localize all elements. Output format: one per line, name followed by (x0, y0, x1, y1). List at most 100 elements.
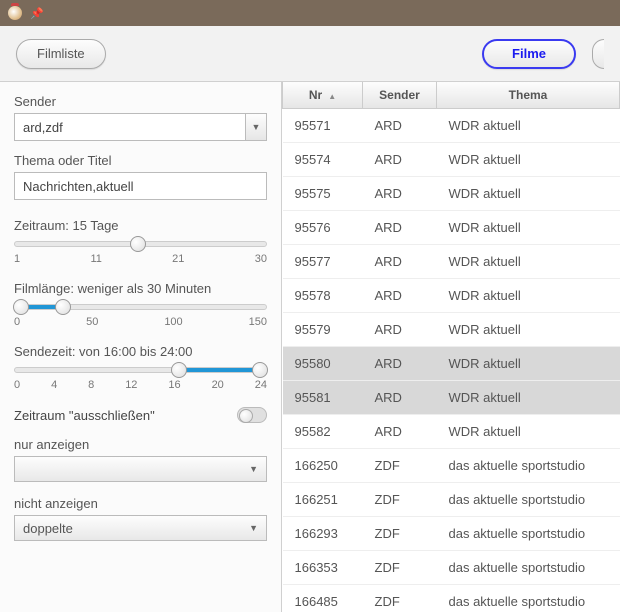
exclude-label: Zeitraum "ausschließen" (14, 408, 155, 423)
cell-sender: ARD (363, 245, 437, 279)
nur-anzeigen-label: nur anzeigen (14, 437, 267, 452)
cell-nr: 95571 (283, 109, 363, 143)
sendezeit-slider[interactable] (14, 367, 267, 373)
nicht-anzeigen-select[interactable]: doppelte ▼ (14, 515, 267, 541)
cell-nr: 95577 (283, 245, 363, 279)
chevron-down-icon: ▼ (249, 464, 258, 474)
table-row[interactable]: 95579ARDWDR aktuell (283, 313, 620, 347)
cell-sender: ARD (363, 177, 437, 211)
cell-thema: WDR aktuell (437, 381, 620, 415)
table-row[interactable]: 95571ARDWDR aktuell (283, 109, 620, 143)
sendezeit-ticks: 0 4 8 12 16 20 24 (14, 379, 267, 391)
slider-thumb-high[interactable] (252, 362, 268, 378)
sender-combo[interactable]: ▼ (14, 113, 267, 141)
cell-thema: das aktuelle sportstudio (437, 483, 620, 517)
filmlaenge-slider[interactable] (14, 304, 267, 310)
cell-nr: 95580 (283, 347, 363, 381)
table-row[interactable]: 166293ZDFdas aktuelle sportstudio (283, 517, 620, 551)
cell-nr: 95581 (283, 381, 363, 415)
cell-sender: ARD (363, 109, 437, 143)
cell-thema: WDR aktuell (437, 415, 620, 449)
cell-nr: 95574 (283, 143, 363, 177)
slider-thumb[interactable] (130, 236, 146, 252)
cell-sender: ZDF (363, 483, 437, 517)
cell-sender: ZDF (363, 551, 437, 585)
filmliste-button[interactable]: Filmliste (16, 39, 106, 69)
cell-thema: WDR aktuell (437, 245, 620, 279)
table-row[interactable]: 95574ARDWDR aktuell (283, 143, 620, 177)
cell-nr: 166250 (283, 449, 363, 483)
cell-thema: das aktuelle sportstudio (437, 517, 620, 551)
column-header-thema[interactable]: Thema (437, 82, 620, 109)
table-row[interactable]: 95576ARDWDR aktuell (283, 211, 620, 245)
slider-thumb-high[interactable] (55, 299, 71, 315)
table-row[interactable]: 95581ARDWDR aktuell (283, 381, 620, 415)
cell-sender: ARD (363, 347, 437, 381)
sender-input[interactable] (14, 113, 245, 141)
filmlaenge-ticks: 0 50 100 150 (14, 316, 267, 328)
cell-sender: ZDF (363, 585, 437, 612)
cell-sender: ARD (363, 211, 437, 245)
exclude-toggle[interactable] (237, 407, 267, 423)
cell-sender: ZDF (363, 517, 437, 551)
nicht-anzeigen-block: nicht anzeigen doppelte ▼ (14, 496, 267, 541)
table-row[interactable]: 95580ARDWDR aktuell (283, 347, 620, 381)
nur-anzeigen-select[interactable]: ▼ (14, 456, 267, 482)
cell-thema: WDR aktuell (437, 109, 620, 143)
table-row[interactable]: 95582ARDWDR aktuell (283, 415, 620, 449)
zeitraum-label: Zeitraum: 15 Tage (14, 218, 267, 233)
thema-input[interactable] (14, 172, 267, 200)
cell-nr: 95575 (283, 177, 363, 211)
table-row[interactable]: 95575ARDWDR aktuell (283, 177, 620, 211)
filter-sidebar: Sender ▼ Thema oder Titel Zeitraum: 15 T… (0, 82, 282, 612)
cell-nr: 166485 (283, 585, 363, 612)
table-row[interactable]: 166485ZDFdas aktuelle sportstudio (283, 585, 620, 612)
slider-thumb-low[interactable] (171, 362, 187, 378)
cell-thema: das aktuelle sportstudio (437, 551, 620, 585)
slider-thumb-low[interactable] (13, 299, 29, 315)
results-table-area: Nr▲ Sender Thema 95571ARDWDR aktuell9557… (282, 82, 620, 612)
cell-sender: ARD (363, 143, 437, 177)
column-header-nr[interactable]: Nr▲ (283, 82, 363, 109)
column-header-sender[interactable]: Sender (363, 82, 437, 109)
zeitraum-slider-block: Zeitraum: 15 Tage 1 11 21 30 (14, 218, 267, 265)
toolbar: Filmliste Filme (0, 26, 620, 82)
cell-nr: 166353 (283, 551, 363, 585)
results-table: Nr▲ Sender Thema 95571ARDWDR aktuell9557… (282, 82, 620, 612)
thema-label: Thema oder Titel (14, 153, 267, 168)
sort-asc-icon: ▲ (328, 92, 336, 101)
table-row[interactable]: 95578ARDWDR aktuell (283, 279, 620, 313)
partial-button[interactable] (592, 39, 604, 69)
zeitraum-slider[interactable] (14, 241, 267, 247)
pin-icon[interactable]: 📌 (30, 7, 44, 20)
sendezeit-slider-block: Sendezeit: von 16:00 bis 24:00 0 4 8 12 … (14, 344, 267, 391)
filmlaenge-slider-block: Filmlänge: weniger als 30 Minuten 0 50 1… (14, 281, 267, 328)
chevron-down-icon[interactable]: ▼ (245, 113, 267, 141)
filmlaenge-label: Filmlänge: weniger als 30 Minuten (14, 281, 267, 296)
table-row[interactable]: 166251ZDFdas aktuelle sportstudio (283, 483, 620, 517)
cell-sender: ARD (363, 415, 437, 449)
table-row[interactable]: 166353ZDFdas aktuelle sportstudio (283, 551, 620, 585)
cell-thema: WDR aktuell (437, 347, 620, 381)
titlebar: 📌 (0, 0, 620, 26)
filme-button[interactable]: Filme (482, 39, 576, 69)
sender-label: Sender (14, 94, 267, 109)
nur-anzeigen-block: nur anzeigen ▼ (14, 437, 267, 482)
sendezeit-label: Sendezeit: von 16:00 bis 24:00 (14, 344, 267, 359)
cell-thema: WDR aktuell (437, 143, 620, 177)
cell-nr: 166293 (283, 517, 363, 551)
cell-nr: 95576 (283, 211, 363, 245)
chevron-down-icon: ▼ (249, 523, 258, 533)
cell-thema: WDR aktuell (437, 211, 620, 245)
table-row[interactable]: 95577ARDWDR aktuell (283, 245, 620, 279)
cell-thema: WDR aktuell (437, 177, 620, 211)
zeitraum-ticks: 1 11 21 30 (14, 253, 267, 265)
cell-thema: WDR aktuell (437, 313, 620, 347)
exclude-toggle-row: Zeitraum "ausschließen" (14, 407, 267, 423)
cell-nr: 95582 (283, 415, 363, 449)
nicht-anzeigen-label: nicht anzeigen (14, 496, 267, 511)
cell-sender: ARD (363, 313, 437, 347)
cell-nr: 95579 (283, 313, 363, 347)
table-row[interactable]: 166250ZDFdas aktuelle sportstudio (283, 449, 620, 483)
cell-nr: 166251 (283, 483, 363, 517)
